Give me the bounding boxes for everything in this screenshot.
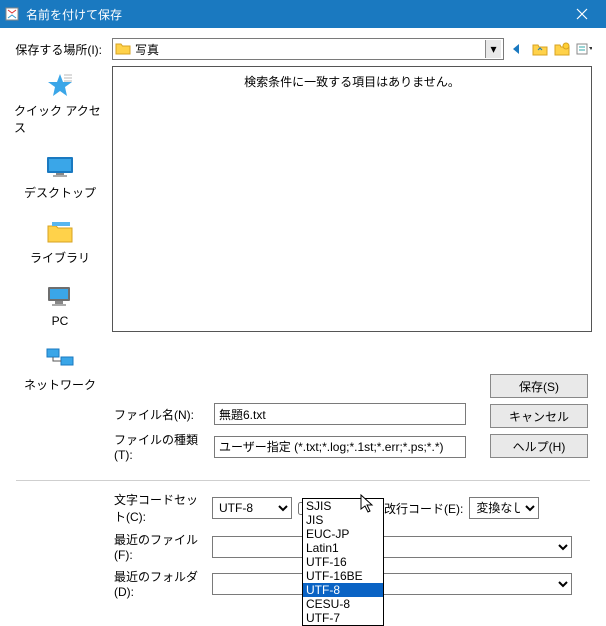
dialog-body: 保存する場所(I): 写真 ▾ クイック アクセス デスクトップ (0, 28, 606, 577)
filename-label: ファイル名(N): (106, 406, 208, 423)
library-icon (43, 217, 77, 247)
filename-input[interactable] (214, 403, 466, 425)
encoding-option[interactable]: Latin1 (303, 541, 383, 555)
help-button[interactable]: ヘルプ(H) (490, 434, 588, 458)
window-title: 名前を付けて保存 (26, 6, 562, 23)
encoding-option[interactable]: UTF-7 (303, 611, 383, 625)
up-folder-icon[interactable] (532, 41, 548, 57)
save-in-combo[interactable]: 写真 ▾ (112, 38, 504, 60)
folder-icon (115, 41, 131, 57)
encoding-dropdown-list[interactable]: SJISJISEUC-JPLatin1UTF-16UTF-16BEUTF-8CE… (302, 498, 384, 626)
sidebar-item-desktop[interactable]: デスクトップ (24, 152, 96, 201)
button-column: 保存(S) キャンセル ヘルプ(H) (490, 374, 588, 458)
recent-file-label: 最近のファイル(F): (114, 531, 206, 562)
save-in-row: 保存する場所(I): 写真 ▾ (14, 38, 592, 60)
sidebar-label: PC (52, 314, 69, 328)
sidebar-label: クイック アクセス (14, 102, 106, 136)
new-folder-icon[interactable] (554, 41, 570, 57)
encoding-combo[interactable]: UTF-8 (212, 497, 292, 519)
toolbar-nav-icons (510, 41, 592, 57)
encoding-label: 文字コードセット(C): (114, 491, 206, 525)
recent-folder-combo[interactable] (212, 573, 572, 595)
sidebar-item-pc[interactable]: PC (43, 282, 77, 328)
encoding-option[interactable]: UTF-8 (303, 583, 383, 597)
save-button[interactable]: 保存(S) (490, 374, 588, 398)
encoding-option[interactable]: UTF-16 (303, 555, 383, 569)
recent-file-combo[interactable] (212, 536, 572, 558)
cancel-button[interactable]: キャンセル (490, 404, 588, 428)
title-bar: 名前を付けて保存 (0, 0, 606, 28)
empty-message: 検索条件に一致する項目はありません。 (244, 73, 460, 331)
view-menu-icon[interactable] (576, 41, 592, 57)
network-icon (43, 344, 77, 374)
middle-area: クイック アクセス デスクトップ ライブラリ PC ネットワーク 検索条件に一致… (14, 66, 592, 393)
sidebar-item-network[interactable]: ネットワーク (24, 344, 96, 393)
encoding-option[interactable]: CESU-8 (303, 597, 383, 611)
sidebar-item-quick-access[interactable]: クイック アクセス (14, 70, 106, 136)
back-icon[interactable] (510, 41, 526, 57)
close-button[interactable] (562, 0, 602, 28)
app-icon (4, 6, 20, 22)
save-in-text: 写真 (135, 41, 485, 58)
places-sidebar: クイック アクセス デスクトップ ライブラリ PC ネットワーク (14, 66, 106, 393)
filetype-combo[interactable] (214, 436, 466, 458)
newline-label: 改行コード(E): (384, 500, 463, 517)
star-icon (43, 70, 77, 100)
divider (16, 480, 590, 481)
encoding-option[interactable]: EUC-JP (303, 527, 383, 541)
filetype-label: ファイルの種類(T): (106, 431, 208, 462)
dropdown-arrow-icon[interactable]: ▾ (485, 40, 501, 58)
encoding-option[interactable]: SJIS (303, 499, 383, 513)
encoding-option[interactable]: UTF-16BE (303, 569, 383, 583)
file-list-area[interactable]: 検索条件に一致する項目はありません。 (112, 66, 592, 332)
encoding-option[interactable]: JIS (303, 513, 383, 527)
sidebar-label: ネットワーク (24, 376, 96, 393)
recent-folder-label: 最近のフォルダ(D): (114, 568, 206, 599)
sidebar-label: デスクトップ (24, 184, 96, 201)
sidebar-label: ライブラリ (30, 249, 90, 266)
save-in-label: 保存する場所(I): (14, 41, 106, 58)
pc-icon (43, 282, 77, 312)
desktop-icon (43, 152, 77, 182)
newline-combo[interactable]: 変換なし (469, 497, 539, 519)
sidebar-item-libraries[interactable]: ライブラリ (30, 217, 90, 266)
